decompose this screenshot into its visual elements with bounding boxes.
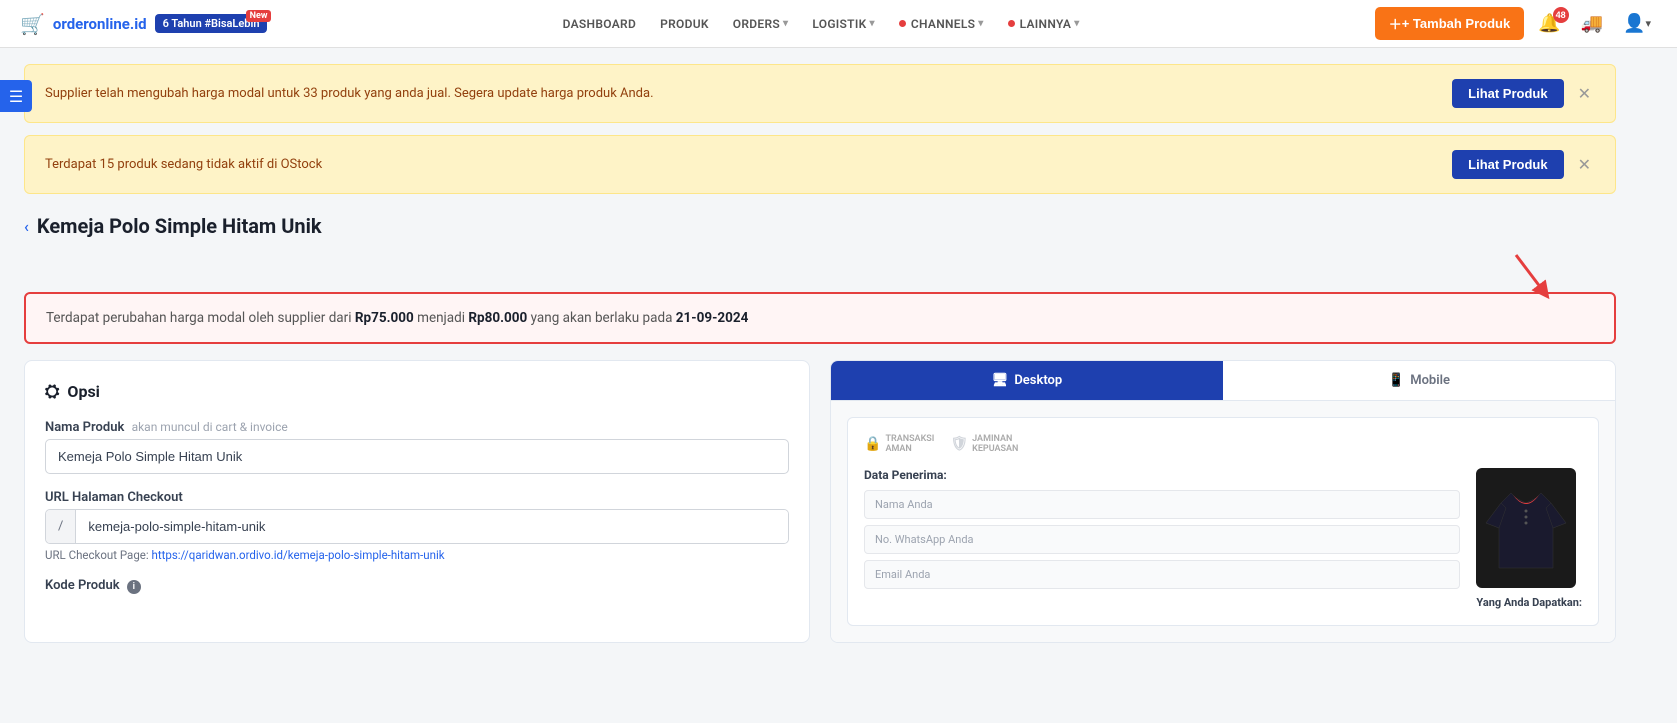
main-nav: DASHBOARD PRODUK ORDERS ▾ LOGISTIK ▾ CHA… [553, 11, 1090, 37]
close-alert-2-button[interactable]: ✕ [1574, 155, 1595, 175]
alert-banner-1: Supplier telah mengubah harga modal untu… [24, 64, 1616, 123]
alert-text-1: Supplier telah mengubah harga modal untu… [45, 86, 654, 101]
preview-two-col: Data Penerima: Nama Anda No. WhatsApp An… [864, 468, 1582, 609]
nama-produk-label: Nama Produk akan muncul di cart & invoic… [45, 420, 789, 435]
nav-channels[interactable]: CHANNELS ▾ [889, 11, 994, 37]
url-input-container: / [45, 509, 789, 544]
delivery-button[interactable]: 🚚 [1575, 9, 1609, 38]
preview-inner: 🔒 TRANSAKSIAMAN 🛡 JAMINANKEPUASAN Data P… [847, 417, 1599, 626]
lock-icon: 🔒 [864, 436, 881, 452]
warning-date: 21-09-2024 [676, 310, 749, 326]
notification-button[interactable]: 🔔 48 [1532, 9, 1566, 38]
checkout-url-link[interactable]: https://qaridwan.ordivo.id/kemeja-polo-s… [152, 548, 445, 562]
sliders-icon: ⛭ [45, 381, 59, 402]
warning-old-price: Rp75.000 [355, 310, 414, 326]
channels-chevron-icon: ▾ [978, 18, 983, 29]
url-halaman-input[interactable] [76, 510, 788, 543]
back-button[interactable]: ‹ [24, 217, 29, 236]
nav-produk[interactable]: PRODUK [650, 11, 719, 37]
shield-icon: 🛡 [950, 436, 968, 452]
preview-email-input: Email Anda [864, 560, 1460, 589]
page-header: ‹ Kemeja Polo Simple Hitam Unik [24, 214, 1616, 238]
logistik-chevron-icon: ▾ [870, 18, 875, 29]
red-arrow-icon [1506, 250, 1556, 300]
sidebar-toggle-button[interactable]: ☰ [0, 80, 32, 112]
orders-chevron-icon: ▾ [783, 18, 788, 29]
page-title: Kemeja Polo Simple Hitam Unik [37, 214, 322, 238]
promo-badge: 6 Tahun #BisaLebih New [155, 14, 268, 33]
checkout-url-hint: URL Checkout Page: https://qaridwan.ordi… [45, 548, 789, 562]
preview-panel: 🖥 Desktop 📱 Mobile 🔒 TRANSAKSIAMAN [830, 360, 1616, 643]
yang-anda-dapatkan-label: Yang Anda Dapatkan: [1476, 596, 1582, 609]
plus-icon: ＋ [1389, 14, 1402, 33]
channels-dot-icon [899, 20, 906, 27]
trust-badges-row: 🔒 TRANSAKSIAMAN 🛡 JAMINANKEPUASAN [864, 434, 1582, 454]
product-shirt-svg [1481, 473, 1571, 583]
preview-content: 🔒 TRANSAKSIAMAN 🛡 JAMINANKEPUASAN Data P… [831, 401, 1615, 642]
alert-banner-2: Terdapat 15 produk sedang tidak aktif di… [24, 135, 1616, 194]
lainnya-dot-icon [1008, 20, 1015, 27]
alert-text-2: Terdapat 15 produk sedang tidak aktif di… [45, 157, 322, 172]
hamburger-icon: ☰ [9, 87, 23, 106]
url-prefix: / [46, 510, 76, 543]
desktop-icon: 🖥 [992, 373, 1009, 388]
warning-text-before: Terdapat perubahan harga modal oleh supp… [46, 310, 355, 326]
product-image-preview [1476, 468, 1576, 588]
alert-2-actions: Lihat Produk ✕ [1452, 150, 1595, 179]
warning-text-middle: menjadi [414, 310, 469, 326]
nav-lainnya[interactable]: LAINNYA ▾ [998, 11, 1090, 37]
nav-dashboard[interactable]: DASHBOARD [553, 11, 646, 37]
navbar-actions: ＋ + Tambah Produk 🔔 48 🚚 👤 ▾ [1375, 7, 1657, 40]
nav-logistik[interactable]: LOGISTIK ▾ [802, 11, 885, 37]
opsi-panel: ⛭ Opsi Nama Produk akan muncul di cart &… [24, 360, 810, 643]
notification-badge: 48 [1553, 7, 1569, 23]
trust-badge-transaksi: 🔒 TRANSAKSIAMAN [864, 434, 934, 454]
warning-new-price: Rp80.000 [468, 310, 527, 326]
nama-produk-input[interactable] [45, 439, 789, 474]
nav-orders[interactable]: ORDERS ▾ [723, 11, 799, 37]
nama-produk-group: Nama Produk akan muncul di cart & invoic… [45, 420, 789, 474]
close-alert-1-button[interactable]: ✕ [1574, 84, 1595, 104]
lihat-produk-button-2[interactable]: Lihat Produk [1452, 150, 1563, 179]
tab-mobile[interactable]: 📱 Mobile [1223, 361, 1615, 400]
kode-produk-info-icon[interactable]: i [127, 580, 141, 594]
url-halaman-label: URL Halaman Checkout [45, 490, 789, 505]
preview-tabs: 🖥 Desktop 📱 Mobile [831, 361, 1615, 401]
truck-icon: 🚚 [1581, 13, 1603, 34]
annotation-arrow [24, 250, 1616, 300]
trust-badge-jaminan: 🛡 JAMINANKEPUASAN [950, 434, 1018, 454]
tab-desktop[interactable]: 🖥 Desktop [831, 361, 1223, 400]
alert-1-actions: Lihat Produk ✕ [1452, 79, 1595, 108]
user-chevron-icon: ▾ [1645, 17, 1651, 30]
navbar: 🛒 orderonline.id 6 Tahun #BisaLebih New … [0, 0, 1677, 48]
user-menu-button[interactable]: 👤 ▾ [1617, 9, 1657, 38]
user-avatar-icon: 👤 [1623, 13, 1645, 34]
nama-produk-sublabel: akan muncul di cart & invoice [132, 420, 288, 434]
add-product-button[interactable]: ＋ + Tambah Produk [1375, 7, 1525, 40]
product-image-area: Yang Anda Dapatkan: [1476, 468, 1582, 609]
warning-text-after: yang akan berlaku pada [527, 310, 676, 326]
lihat-produk-button-1[interactable]: Lihat Produk [1452, 79, 1563, 108]
two-col-layout: ⛭ Opsi Nama Produk akan muncul di cart &… [24, 360, 1616, 643]
brand-text: orderonline.id [53, 15, 147, 33]
preview-nama-input: Nama Anda [864, 490, 1460, 519]
url-halaman-group: URL Halaman Checkout / URL Checkout Page… [45, 490, 789, 562]
preview-form-area: Data Penerima: Nama Anda No. WhatsApp An… [864, 468, 1460, 609]
preview-wa-input: No. WhatsApp Anda [864, 525, 1460, 554]
data-penerima-label: Data Penerima: [864, 468, 1460, 482]
kode-produk-label: Kode Produk i [45, 578, 789, 594]
opsi-panel-title: ⛭ Opsi [45, 381, 789, 402]
brand-icon: 🛒 [20, 12, 45, 36]
lainnya-chevron-icon: ▾ [1074, 18, 1079, 29]
brand-logo[interactable]: 🛒 orderonline.id 6 Tahun #BisaLebih New [20, 12, 267, 36]
main-content: Supplier telah mengubah harga modal untu… [0, 48, 1640, 659]
kode-produk-group: Kode Produk i [45, 578, 789, 594]
mobile-icon: 📱 [1388, 373, 1404, 388]
